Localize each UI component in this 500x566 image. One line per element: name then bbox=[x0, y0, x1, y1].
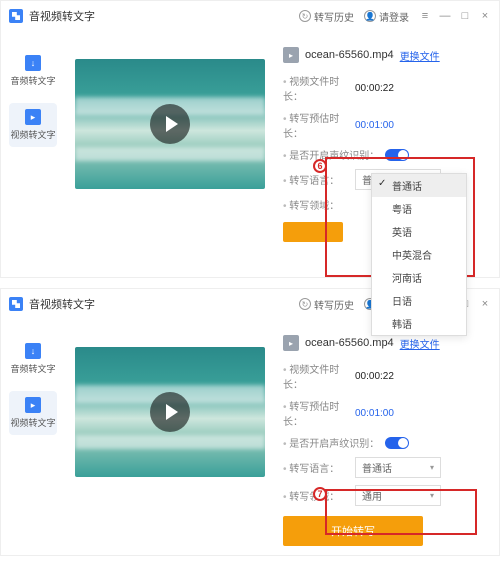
history-button[interactable]: ↻转写历史 bbox=[299, 297, 354, 312]
language-option[interactable]: 普通话 bbox=[372, 174, 466, 197]
language-option[interactable]: 粤语 bbox=[372, 197, 466, 220]
start-button[interactable]: 开始转写 bbox=[283, 516, 423, 546]
language-option[interactable]: 中英混合 bbox=[372, 243, 466, 266]
file-name: ocean-65560.mp4 bbox=[305, 49, 394, 61]
sidebar-item-label: 视频转文字 bbox=[9, 128, 57, 141]
language-select[interactable]: 普通话▾ bbox=[355, 457, 441, 478]
change-file-link[interactable]: 更换文件 bbox=[400, 336, 440, 351]
chevron-down-icon: ▾ bbox=[430, 491, 434, 500]
sidebar-item-video[interactable]: ▸ 视频转文字 bbox=[9, 103, 57, 147]
sidebar-item-label: 音频转文字 bbox=[9, 362, 57, 375]
app-logo bbox=[9, 9, 23, 23]
voiceprint-label: 是否开启声纹识别： bbox=[283, 435, 379, 450]
domain-label: 转写领域： bbox=[283, 197, 355, 212]
app-title: 音视频转文字 bbox=[29, 296, 95, 312]
language-dropdown[interactable]: 普通话粤语英语中英混合河南话日语韩语 bbox=[371, 173, 467, 336]
file-icon: ▸ bbox=[283, 335, 299, 351]
src-duration-label: 视频文件时长： bbox=[283, 73, 355, 103]
file-icon: ▸ bbox=[283, 47, 299, 63]
est-duration-label: 转写预估时长： bbox=[283, 398, 355, 428]
minimize-button[interactable]: — bbox=[439, 10, 451, 22]
est-duration-value: 00:01:00 bbox=[355, 408, 394, 419]
audio-icon: ↓ bbox=[25, 55, 41, 71]
close-button[interactable]: × bbox=[479, 10, 491, 22]
language-option[interactable]: 英语 bbox=[372, 220, 466, 243]
language-option[interactable]: 河南话 bbox=[372, 266, 466, 289]
sidebar-item-video[interactable]: ▸ 视频转文字 bbox=[9, 391, 57, 435]
annotation-badge-6: 6 bbox=[313, 159, 327, 173]
login-label: 请登录 bbox=[379, 9, 409, 24]
file-name: ocean-65560.mp4 bbox=[305, 337, 394, 349]
src-duration-value: 00:00:22 bbox=[355, 371, 394, 382]
est-duration-value: 00:01:00 bbox=[355, 120, 394, 131]
app-title: 音视频转文字 bbox=[29, 8, 95, 24]
audio-icon: ↓ bbox=[25, 343, 41, 359]
voiceprint-label: 是否开启声纹识别： bbox=[283, 147, 379, 162]
app-logo bbox=[9, 297, 23, 311]
est-duration-label: 转写预估时长： bbox=[283, 110, 355, 140]
chevron-down-icon: ▾ bbox=[430, 463, 434, 472]
sidebar-item-audio[interactable]: ↓ 音频转文字 bbox=[9, 337, 57, 381]
src-duration-label: 视频文件时长： bbox=[283, 361, 355, 391]
close-button[interactable]: × bbox=[479, 298, 491, 310]
history-button[interactable]: ↻转写历史 bbox=[299, 9, 354, 24]
change-file-link[interactable]: 更换文件 bbox=[400, 48, 440, 63]
sidebar-item-label: 视频转文字 bbox=[9, 416, 57, 429]
sidebar-item-audio[interactable]: ↓ 音频转文字 bbox=[9, 49, 57, 93]
voiceprint-toggle[interactable] bbox=[385, 149, 409, 161]
domain-select[interactable]: 通用▾ bbox=[355, 485, 441, 506]
language-label: 转写语言： bbox=[283, 460, 355, 475]
start-button-partial[interactable] bbox=[283, 222, 343, 242]
menu-button[interactable]: ≡ bbox=[419, 10, 431, 22]
video-preview[interactable] bbox=[75, 59, 265, 189]
play-button[interactable] bbox=[150, 392, 190, 432]
language-label: 转写语言： bbox=[283, 172, 355, 187]
play-button[interactable] bbox=[150, 104, 190, 144]
login-button[interactable]: 👤请登录 bbox=[364, 9, 409, 24]
language-option[interactable]: 韩语 bbox=[372, 312, 466, 335]
sidebar-item-label: 音频转文字 bbox=[9, 74, 57, 87]
history-label: 转写历史 bbox=[314, 297, 354, 312]
src-duration-value: 00:00:22 bbox=[355, 83, 394, 94]
maximize-button[interactable]: □ bbox=[459, 10, 471, 22]
history-label: 转写历史 bbox=[314, 9, 354, 24]
video-icon: ▸ bbox=[25, 397, 41, 413]
language-option[interactable]: 日语 bbox=[372, 289, 466, 312]
annotation-badge-7: 7 bbox=[313, 487, 327, 501]
voiceprint-toggle[interactable] bbox=[385, 437, 409, 449]
video-preview[interactable] bbox=[75, 347, 265, 477]
video-icon: ▸ bbox=[25, 109, 41, 125]
